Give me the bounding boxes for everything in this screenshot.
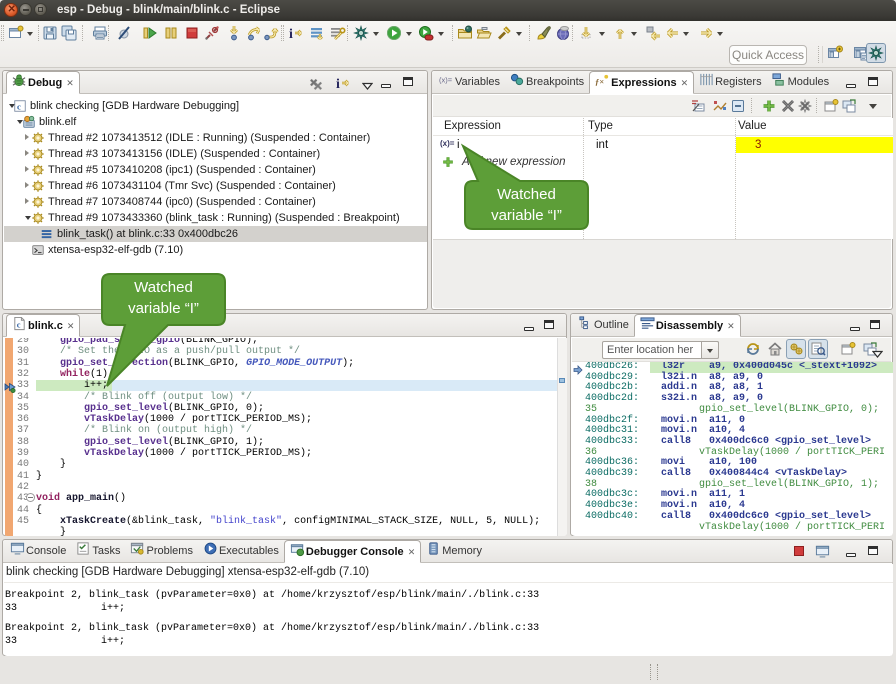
svg-text:i: i bbox=[289, 27, 293, 41]
svg-text:(x)=: (x)= bbox=[439, 75, 453, 84]
svg-text:c: c bbox=[17, 102, 21, 112]
svg-text:i: i bbox=[336, 77, 340, 91]
svg-text:ƒ×: ƒ× bbox=[595, 76, 604, 86]
svg-text:c: c bbox=[17, 319, 21, 329]
